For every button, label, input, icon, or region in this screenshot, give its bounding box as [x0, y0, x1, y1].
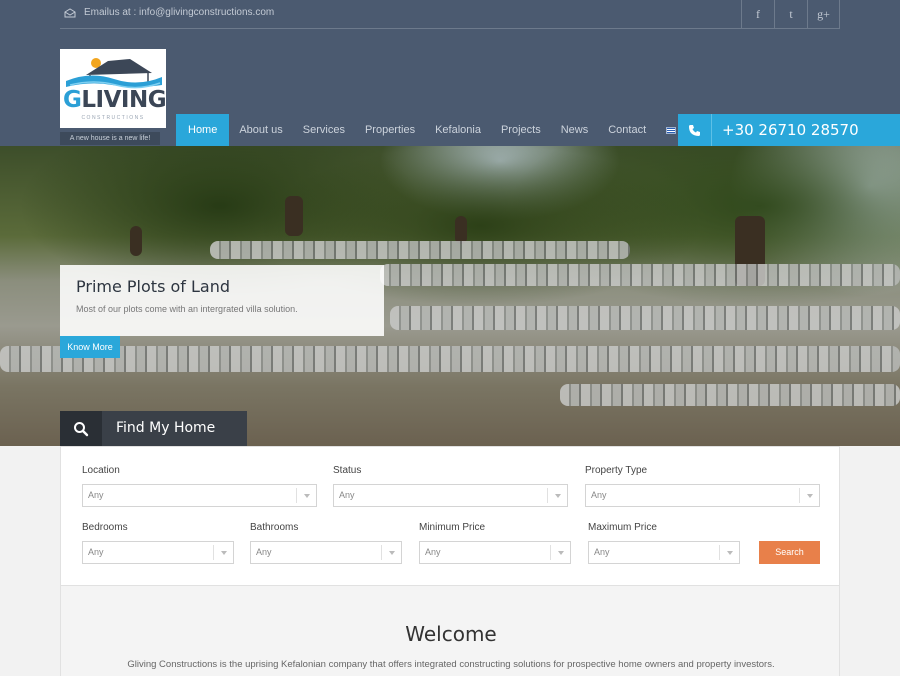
bathrooms-label: Bathrooms [250, 522, 299, 533]
envelope-icon [64, 7, 76, 17]
top-bar: Emailus at : info@glivingconstructions.c… [60, 0, 840, 29]
bedrooms-select[interactable]: Any [82, 541, 234, 564]
property-search-form: Location Any Status Any Property Type An… [60, 446, 840, 586]
main-nav: Home About us Services Properties Kefalo… [176, 114, 686, 146]
nav-news[interactable]: News [551, 114, 599, 146]
phone-bar[interactable]: +30 26710 28570 [678, 114, 900, 146]
slide-text: Most of our plots come with an intergrat… [76, 304, 298, 314]
status-label: Status [333, 465, 362, 476]
nav-home[interactable]: Home [176, 114, 230, 146]
tree-trunk [455, 216, 467, 244]
search-icon [60, 411, 102, 446]
property-type-select[interactable]: Any [585, 484, 820, 507]
greek-flag-icon[interactable] [666, 127, 677, 134]
location-value: Any [88, 490, 104, 500]
max-price-label: Maximum Price [588, 522, 657, 533]
min-price-value: Any [425, 547, 441, 557]
facebook-icon[interactable]: f [741, 0, 774, 28]
email-text: Emailus at : info@glivingconstructions.c… [84, 7, 275, 18]
know-more-button[interactable]: Know More [60, 336, 120, 358]
min-price-label: Minimum Price [419, 522, 486, 533]
nav-properties[interactable]: Properties [355, 114, 425, 146]
stone-wall [210, 241, 630, 259]
welcome-title: Welcome [405, 622, 497, 646]
twitter-icon[interactable]: t [774, 0, 807, 28]
find-my-home-tab[interactable]: Find My Home [60, 411, 247, 446]
welcome-section: Welcome Gliving Constructions is the upr… [60, 586, 840, 676]
slide-title: Prime Plots of Land [76, 277, 231, 296]
property-type-label: Property Type [585, 465, 648, 476]
phone-icon [678, 114, 712, 146]
logo-tagline: A new house is a new life! [60, 132, 160, 145]
email-contact[interactable]: Emailus at : info@glivingconstructions.c… [64, 7, 274, 18]
max-price-select[interactable]: Any [588, 541, 740, 564]
site-logo[interactable]: GLIVING CONSTRUCTIONS [60, 49, 167, 128]
nav-contact[interactable]: Contact [598, 114, 656, 146]
search-button[interactable]: Search [759, 541, 820, 564]
location-label: Location [82, 465, 120, 476]
status-select[interactable]: Any [333, 484, 568, 507]
chevron-down-icon [213, 545, 233, 560]
nav-kefalonia[interactable]: Kefalonia [425, 114, 491, 146]
stone-wall [380, 264, 900, 286]
location-select[interactable]: Any [82, 484, 317, 507]
find-my-home-label: Find My Home [102, 411, 247, 446]
chevron-down-icon [547, 488, 567, 503]
house-logo-icon [66, 58, 162, 89]
bathrooms-value: Any [256, 547, 272, 557]
property-type-value: Any [591, 490, 607, 500]
slide-caption: Prime Plots of Land Most of our plots co… [60, 265, 384, 336]
max-price-value: Any [594, 547, 610, 557]
logo-subtitle: CONSTRUCTIONS [81, 115, 145, 121]
chevron-down-icon [550, 545, 570, 560]
social-links: f t g+ [741, 0, 840, 28]
site-header: Emailus at : info@glivingconstructions.c… [0, 0, 900, 146]
stone-wall [560, 384, 900, 406]
status-value: Any [339, 490, 355, 500]
stone-wall [0, 346, 900, 372]
google-plus-icon[interactable]: g+ [807, 0, 840, 28]
bathrooms-select[interactable]: Any [250, 541, 402, 564]
hero-banner: Prime Plots of Land Most of our plots co… [0, 146, 900, 446]
bedrooms-value: Any [88, 547, 104, 557]
nav-about-us[interactable]: About us [229, 114, 292, 146]
chevron-down-icon [296, 488, 316, 503]
tree-trunk [130, 226, 142, 256]
chevron-down-icon [799, 488, 819, 503]
min-price-select[interactable]: Any [419, 541, 571, 564]
phone-number: +30 26710 28570 [722, 121, 859, 139]
nav-projects[interactable]: Projects [491, 114, 551, 146]
stone-wall [390, 306, 900, 330]
bedrooms-label: Bedrooms [82, 522, 128, 533]
nav-services[interactable]: Services [293, 114, 355, 146]
tree-trunk [285, 196, 303, 236]
chevron-down-icon [381, 545, 401, 560]
logo-wordmark: GLIVING [63, 87, 167, 113]
welcome-text: Gliving Constructions is the uprising Ke… [127, 659, 775, 670]
chevron-down-icon [719, 545, 739, 560]
